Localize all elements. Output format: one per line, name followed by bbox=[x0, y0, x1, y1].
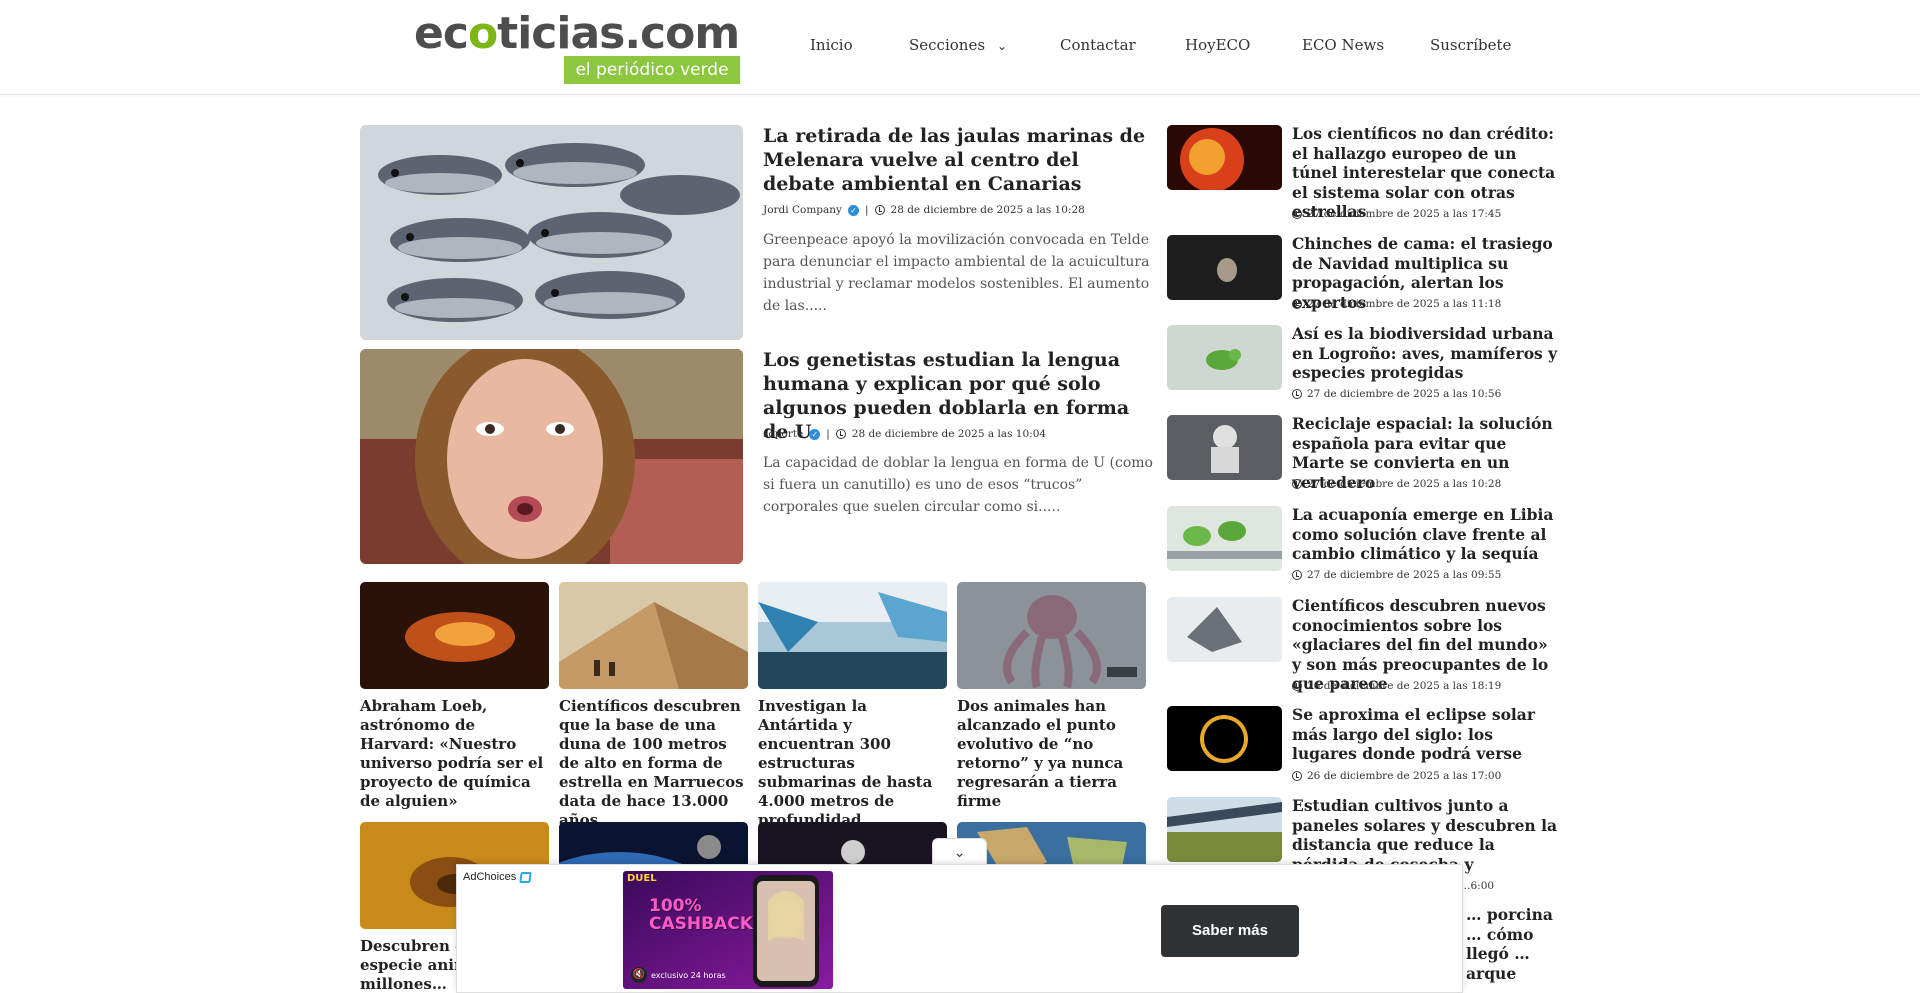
mute-icon[interactable]: 🔇 bbox=[631, 967, 647, 983]
side-image-glacier[interactable] bbox=[1167, 597, 1282, 662]
featured-excerpt: La capacidad de doblar la lengua en form… bbox=[763, 455, 1153, 515]
ad-collapse-button[interactable]: ⌄ bbox=[932, 838, 987, 866]
card-image-dune[interactable] bbox=[559, 582, 748, 689]
clock-icon bbox=[1292, 771, 1302, 781]
nav-suscribete[interactable]: Suscríbete bbox=[1430, 36, 1511, 54]
verified-icon: ✓ bbox=[847, 204, 859, 216]
side-article-date: 27 de diciembre de 2025 a las 11:18 bbox=[1292, 298, 1501, 310]
publish-date: 28 de diciembre de 2025 a las 10:04 bbox=[851, 428, 1047, 440]
featured-excerpt: Greenpeace apoyó la movilización convoca… bbox=[763, 232, 1150, 314]
nav-hoyeco[interactable]: HoyECO bbox=[1185, 36, 1250, 54]
author-name[interactable]: Jordi Company bbox=[763, 204, 842, 216]
adchoices-icon bbox=[519, 871, 532, 883]
featured-meta: soporte ✓ | 28 de diciembre de 2025 a la… bbox=[763, 428, 1046, 440]
card-title[interactable]: Científicos descubren que la base de una… bbox=[559, 697, 751, 830]
side-image-astronaut[interactable] bbox=[1167, 415, 1282, 480]
author-name[interactable]: soporte bbox=[763, 428, 803, 440]
nav-secciones-label: Secciones bbox=[909, 36, 986, 54]
nav-secciones[interactable]: Secciones ⌄ bbox=[909, 36, 1007, 54]
clock-icon bbox=[835, 429, 846, 439]
publish-date: 28 de diciembre de 2025 a las 10:28 bbox=[890, 204, 1085, 216]
side-article-date: 26 de diciembre de 2025 a las 18:19 bbox=[1292, 680, 1501, 692]
card-image-glacier[interactable] bbox=[758, 582, 947, 689]
card-title[interactable]: Dos animales han alcanzado el punto evol… bbox=[957, 697, 1149, 811]
side-image-sun[interactable] bbox=[1167, 125, 1282, 190]
clock-icon bbox=[1292, 681, 1302, 691]
card-title[interactable]: Abraham Loeb, astrónomo de Harvard: «Nue… bbox=[360, 697, 552, 811]
chevron-down-icon: ⌄ bbox=[997, 39, 1008, 53]
separator: | bbox=[826, 428, 830, 440]
ad-footer-text: exclusivo 24 horas bbox=[651, 971, 726, 980]
nav-eco-news[interactable]: ECO News bbox=[1302, 36, 1384, 54]
adchoices-label[interactable]: AdChoices bbox=[463, 871, 532, 883]
site-header: ecoticias.com el periódico verde Inicio … bbox=[0, 0, 1920, 95]
ad-cta-button[interactable]: Saber más bbox=[1161, 905, 1299, 957]
side-article-title[interactable]: … porcina … cómo llegó … arque bbox=[1466, 905, 1566, 983]
logo-tagline: el periódico verde bbox=[564, 56, 740, 84]
side-article-date: 27 de diciembre de 2025 a las 10:28 bbox=[1292, 478, 1501, 490]
side-article-date: 26 de diciembre de 2025 a las 17:00 bbox=[1292, 770, 1501, 782]
separator: | bbox=[864, 204, 869, 216]
main-nav: Inicio Secciones ⌄ Contactar HoyECO ECO N… bbox=[0, 36, 1920, 60]
featured-image-woman[interactable] bbox=[360, 349, 743, 564]
side-article-date: …6:00 bbox=[1460, 880, 1495, 892]
side-image-eclipse[interactable] bbox=[1167, 706, 1282, 771]
ad-headline: 100% CASHBACK bbox=[649, 896, 753, 934]
card-title[interactable]: Investigan la Antártida y encuentran 300… bbox=[758, 697, 950, 830]
clock-icon bbox=[1292, 479, 1302, 489]
clock-icon bbox=[1292, 389, 1302, 399]
ad-creative-image[interactable]: DUEL 100% CASHBACK exclusivo 24 horas 🔇 bbox=[623, 871, 833, 989]
side-image-solar-crops[interactable] bbox=[1167, 797, 1282, 862]
side-article-date: 27 de diciembre de 2025 a las 10:56 bbox=[1292, 388, 1501, 400]
side-image-bedbug[interactable] bbox=[1167, 235, 1282, 300]
side-article-date: 27 de diciembre de 2025 a las 17:45 bbox=[1292, 208, 1501, 220]
side-article-title[interactable]: Así es la biodiversidad urbana en Logroñ… bbox=[1292, 324, 1560, 383]
featured-image-fish[interactable] bbox=[360, 125, 743, 340]
ad-banner[interactable]: AdChoices DUEL 100% CASHBACK exclusivo 2… bbox=[456, 864, 1463, 993]
nav-contactar[interactable]: Contactar bbox=[1060, 36, 1136, 54]
clock-icon bbox=[1292, 299, 1302, 309]
verified-icon: ✓ bbox=[809, 428, 821, 440]
card-image-octopus[interactable] bbox=[957, 582, 1146, 689]
chevron-down-icon: ⌄ bbox=[953, 845, 966, 861]
side-article-title[interactable]: Se aproxima el eclipse solar más largo d… bbox=[1292, 705, 1560, 764]
side-article-date: 27 de diciembre de 2025 a las 09:55 bbox=[1292, 569, 1501, 581]
clock-icon bbox=[1292, 209, 1302, 219]
card-image-cosmic[interactable] bbox=[360, 582, 549, 689]
nav-inicio[interactable]: Inicio bbox=[810, 36, 853, 54]
clock-icon bbox=[874, 205, 885, 215]
ad-brand: DUEL bbox=[627, 873, 657, 884]
side-article-title[interactable]: La acuaponía emerge en Libia como soluci… bbox=[1292, 505, 1560, 564]
side-article-title[interactable]: Los científicos no dan crédito: el halla… bbox=[1292, 124, 1560, 222]
side-article-title[interactable]: Científicos descubren nuevos conocimient… bbox=[1292, 596, 1560, 694]
side-image-aquaponics[interactable] bbox=[1167, 506, 1282, 571]
side-image-parrot[interactable] bbox=[1167, 325, 1282, 390]
featured-meta: Jordi Company ✓ | 28 de diciembre de 202… bbox=[763, 204, 1085, 216]
featured-title[interactable]: La retirada de las jaulas marinas de Mel… bbox=[763, 124, 1153, 196]
clock-icon bbox=[1292, 570, 1302, 580]
